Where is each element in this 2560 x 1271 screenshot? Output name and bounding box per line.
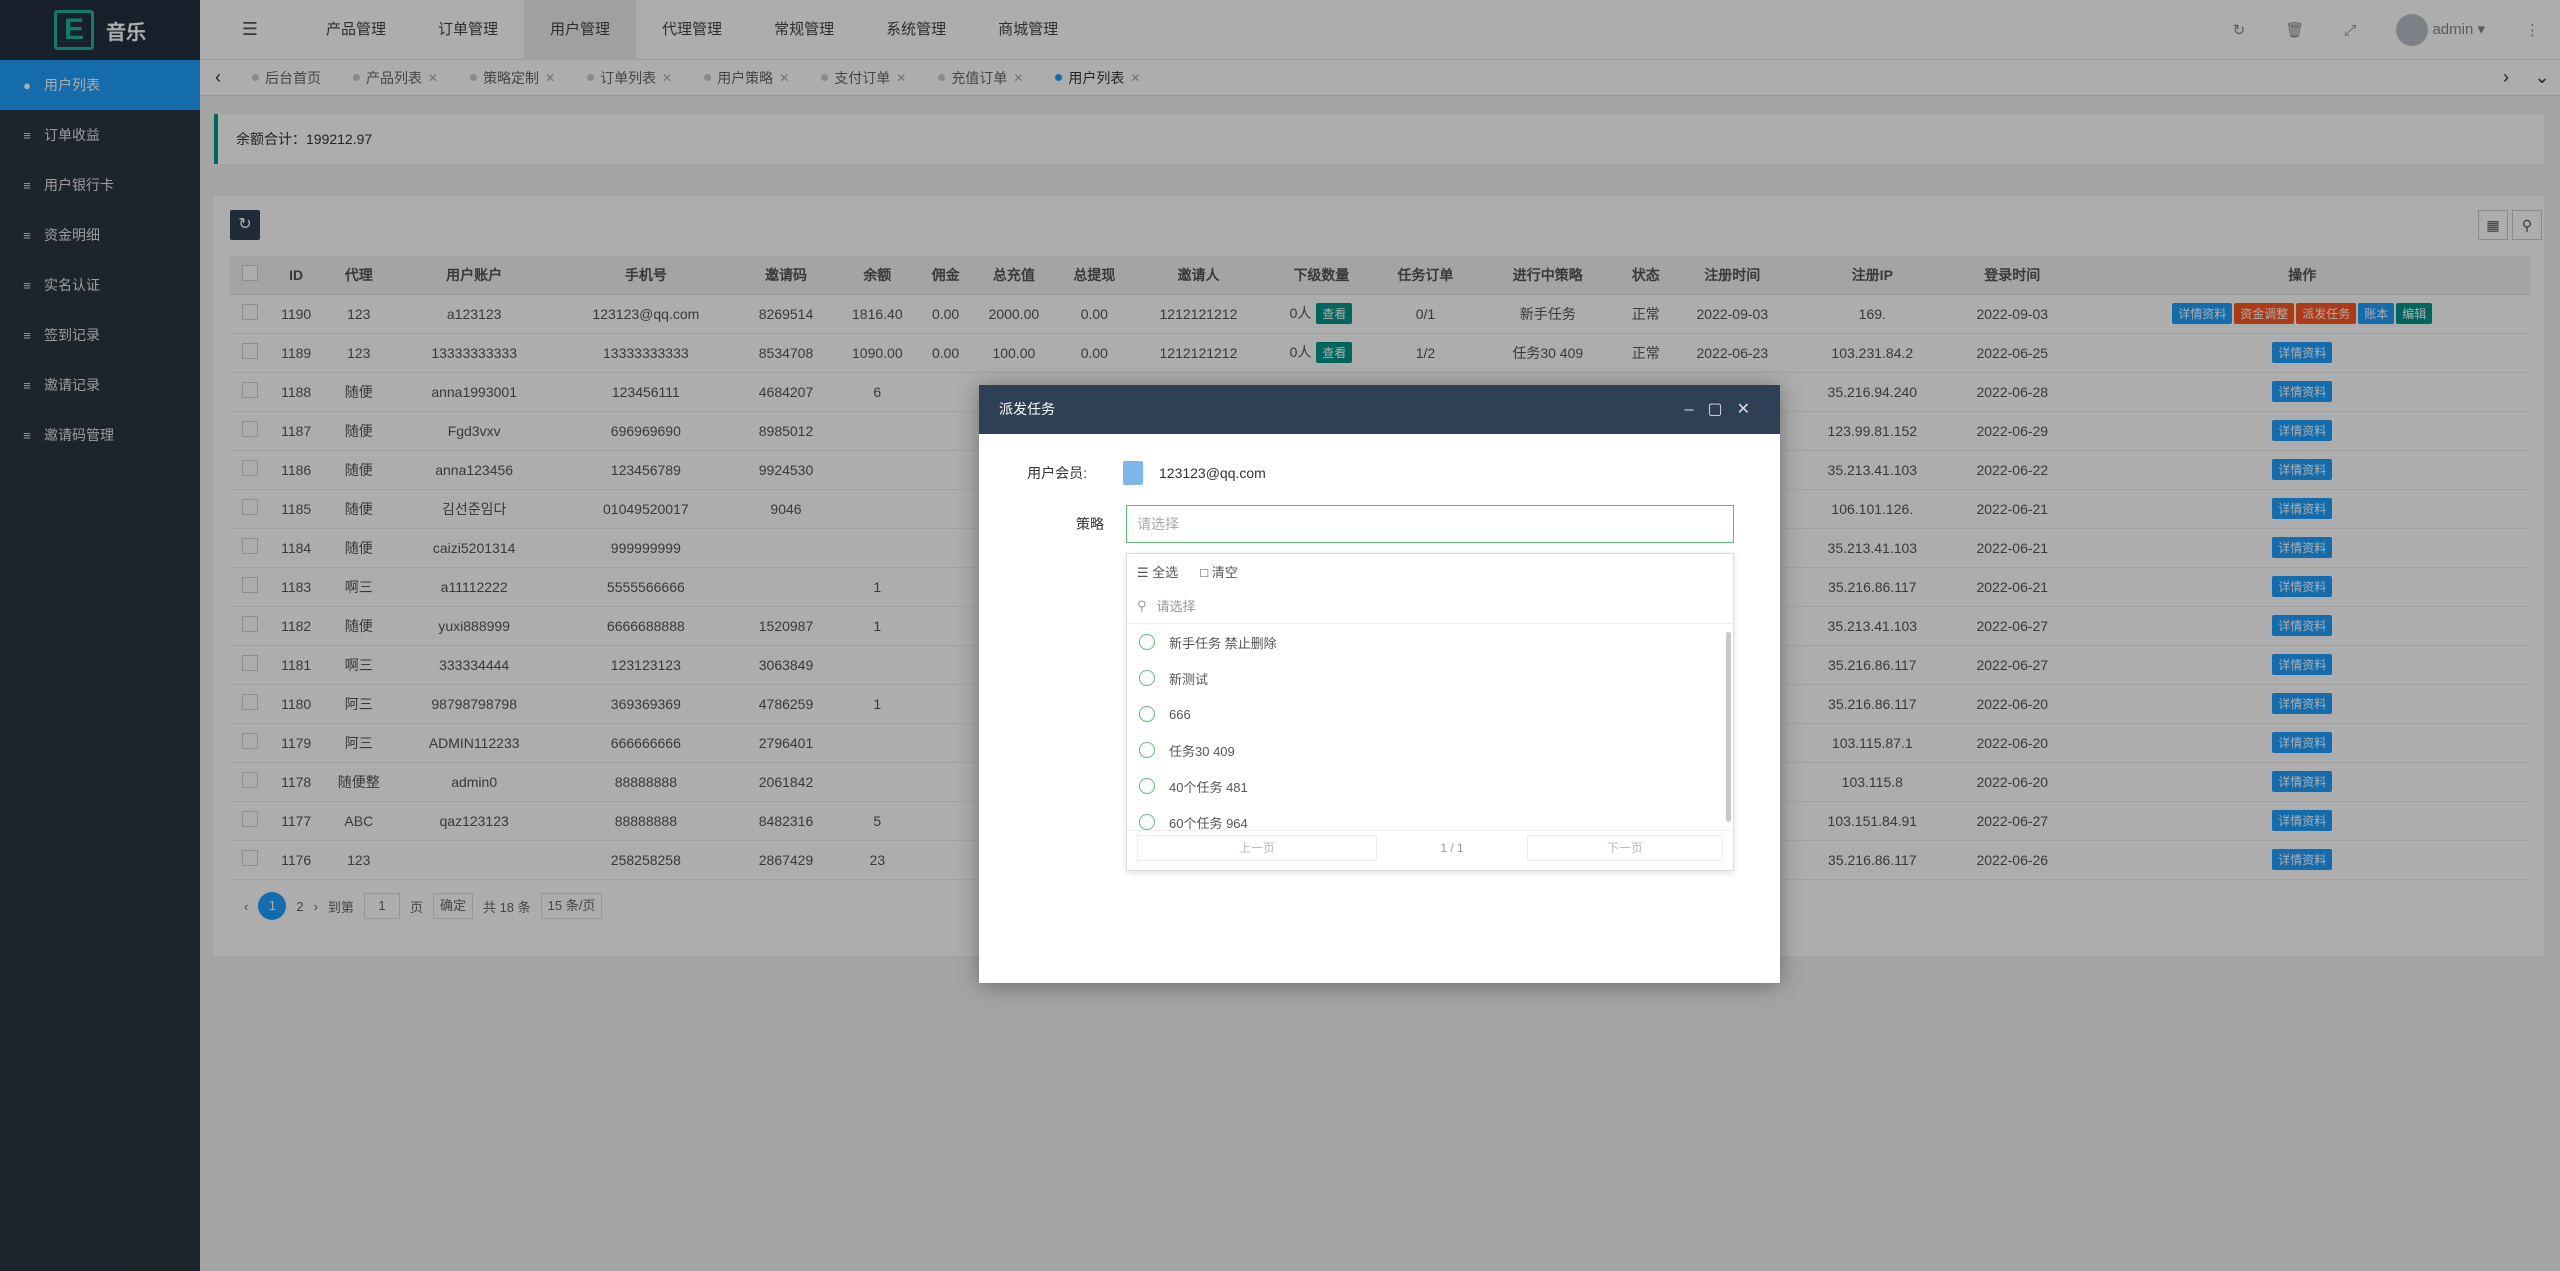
option-label: 40个任务 481	[1169, 779, 1248, 795]
dropdown-toolbar: ☰ 全选 □ 清空	[1127, 554, 1733, 588]
radio-icon[interactable]	[1139, 742, 1155, 758]
option-label: 60个任务 964	[1169, 815, 1248, 831]
dropdown-option[interactable]: 任务30 409	[1127, 732, 1733, 768]
modal-title: 派发任务	[999, 401, 1055, 417]
option-label: 新手任务 禁止删除	[1169, 635, 1277, 651]
select-all-button[interactable]: ☰ 全选	[1137, 562, 1178, 581]
search-icon: ⚲	[1137, 597, 1147, 613]
member-row: 用户会员: 123123@qq.com	[979, 461, 1266, 485]
clear-label: 清空	[1211, 564, 1238, 580]
radio-icon[interactable]	[1139, 778, 1155, 794]
dropdown-option[interactable]: 新测试	[1127, 660, 1733, 696]
dropdown-prev-button[interactable]: 上一页	[1137, 834, 1377, 861]
modal-controls: –▢✕	[1685, 385, 1764, 434]
dropdown-search-input[interactable]: 请选择	[1157, 596, 1196, 615]
dropdown-options: 新手任务 禁止删除 新测试 666 任务30 409 40个任务 481 60个…	[1127, 624, 1733, 830]
clear-icon: □	[1200, 564, 1209, 580]
radio-icon[interactable]	[1139, 634, 1155, 650]
radio-icon[interactable]	[1139, 670, 1155, 686]
dropdown-option[interactable]: 60个任务 964	[1127, 804, 1733, 830]
option-label: 任务30 409	[1169, 743, 1235, 759]
dropdown-pager: 上一页 1 / 1 下一页	[1127, 830, 1733, 864]
clear-button[interactable]: □ 清空	[1200, 562, 1238, 581]
strategy-select[interactable]: 请选择	[1126, 505, 1734, 543]
strategy-dropdown: ☰ 全选 □ 清空 ⚲ 请选择 新手任务 禁止删除 新测试 666 任务30 4…	[1126, 553, 1734, 871]
minimize-icon[interactable]: –	[1685, 401, 1708, 418]
dropdown-scrollbar[interactable]	[1726, 632, 1731, 822]
dropdown-option[interactable]: 666	[1127, 696, 1733, 732]
maximize-icon[interactable]: ▢	[1707, 401, 1736, 418]
member-label: 用户会员:	[1027, 465, 1087, 481]
option-label: 新测试	[1169, 671, 1209, 687]
select-all-label: 全选	[1152, 564, 1179, 580]
dropdown-search[interactable]: ⚲ 请选择	[1127, 588, 1733, 624]
radio-icon[interactable]	[1139, 814, 1155, 830]
radio-icon[interactable]	[1139, 706, 1155, 722]
member-value: 123123@qq.com	[1159, 465, 1266, 481]
close-icon[interactable]: ✕	[1737, 401, 1764, 418]
dropdown-option[interactable]: 40个任务 481	[1127, 768, 1733, 804]
option-label: 666	[1169, 706, 1191, 722]
list-check-icon: ☰	[1137, 564, 1149, 580]
file-icon	[1123, 461, 1143, 485]
strategy-label: 策略	[1076, 516, 1104, 532]
modal-header: 派发任务 –▢✕	[979, 385, 1780, 434]
dropdown-page-info: 1 / 1	[1440, 840, 1464, 855]
dropdown-next-button[interactable]: 下一页	[1527, 834, 1723, 861]
dropdown-option[interactable]: 新手任务 禁止删除	[1127, 624, 1733, 660]
dispatch-task-modal: 派发任务 –▢✕ 用户会员: 123123@qq.com 策略 请选择 ☰ 全选…	[979, 385, 1780, 983]
strategy-row: 策略 请选择	[979, 505, 1734, 543]
